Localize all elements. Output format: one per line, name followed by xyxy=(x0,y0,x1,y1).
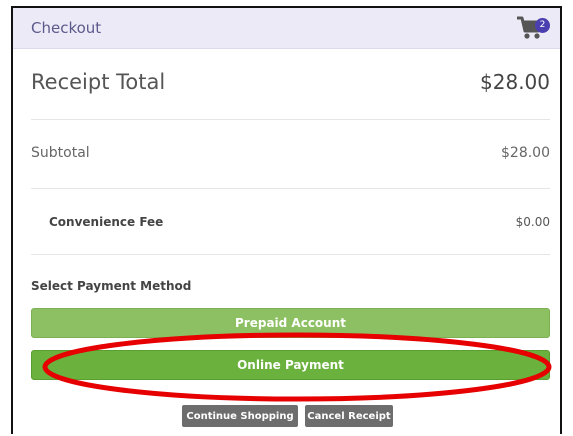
divider xyxy=(31,188,550,189)
cancel-receipt-button[interactable]: Cancel Receipt xyxy=(305,405,393,427)
divider xyxy=(31,254,550,255)
subtotal-row: Subtotal $28.00 xyxy=(31,145,550,161)
convenience-fee-label: Convenience Fee xyxy=(49,215,164,229)
convenience-fee-value: $0.00 xyxy=(515,215,550,229)
cart-button[interactable]: 2 xyxy=(516,13,550,43)
receipt-total-label: Receipt Total xyxy=(31,70,166,94)
receipt-total-value: $28.00 xyxy=(480,70,550,94)
divider xyxy=(31,119,550,120)
convenience-fee-row: Convenience Fee $0.00 xyxy=(31,215,550,229)
receipt-total-row: Receipt Total $28.00 xyxy=(31,70,550,94)
page-title: Checkout xyxy=(31,19,102,37)
checkout-header: Checkout 2 xyxy=(13,8,560,49)
subtotal-value: $28.00 xyxy=(501,145,550,161)
continue-shopping-button[interactable]: Continue Shopping xyxy=(182,405,298,427)
prepaid-account-button[interactable]: Prepaid Account xyxy=(31,308,550,338)
payment-method-label: Select Payment Method xyxy=(31,279,192,293)
checkout-panel: Checkout 2 Receipt Total $28.00 Subtotal… xyxy=(11,6,562,434)
subtotal-label: Subtotal xyxy=(31,145,90,161)
online-payment-button[interactable]: Online Payment xyxy=(31,350,550,380)
cart-count-badge: 2 xyxy=(535,18,550,33)
